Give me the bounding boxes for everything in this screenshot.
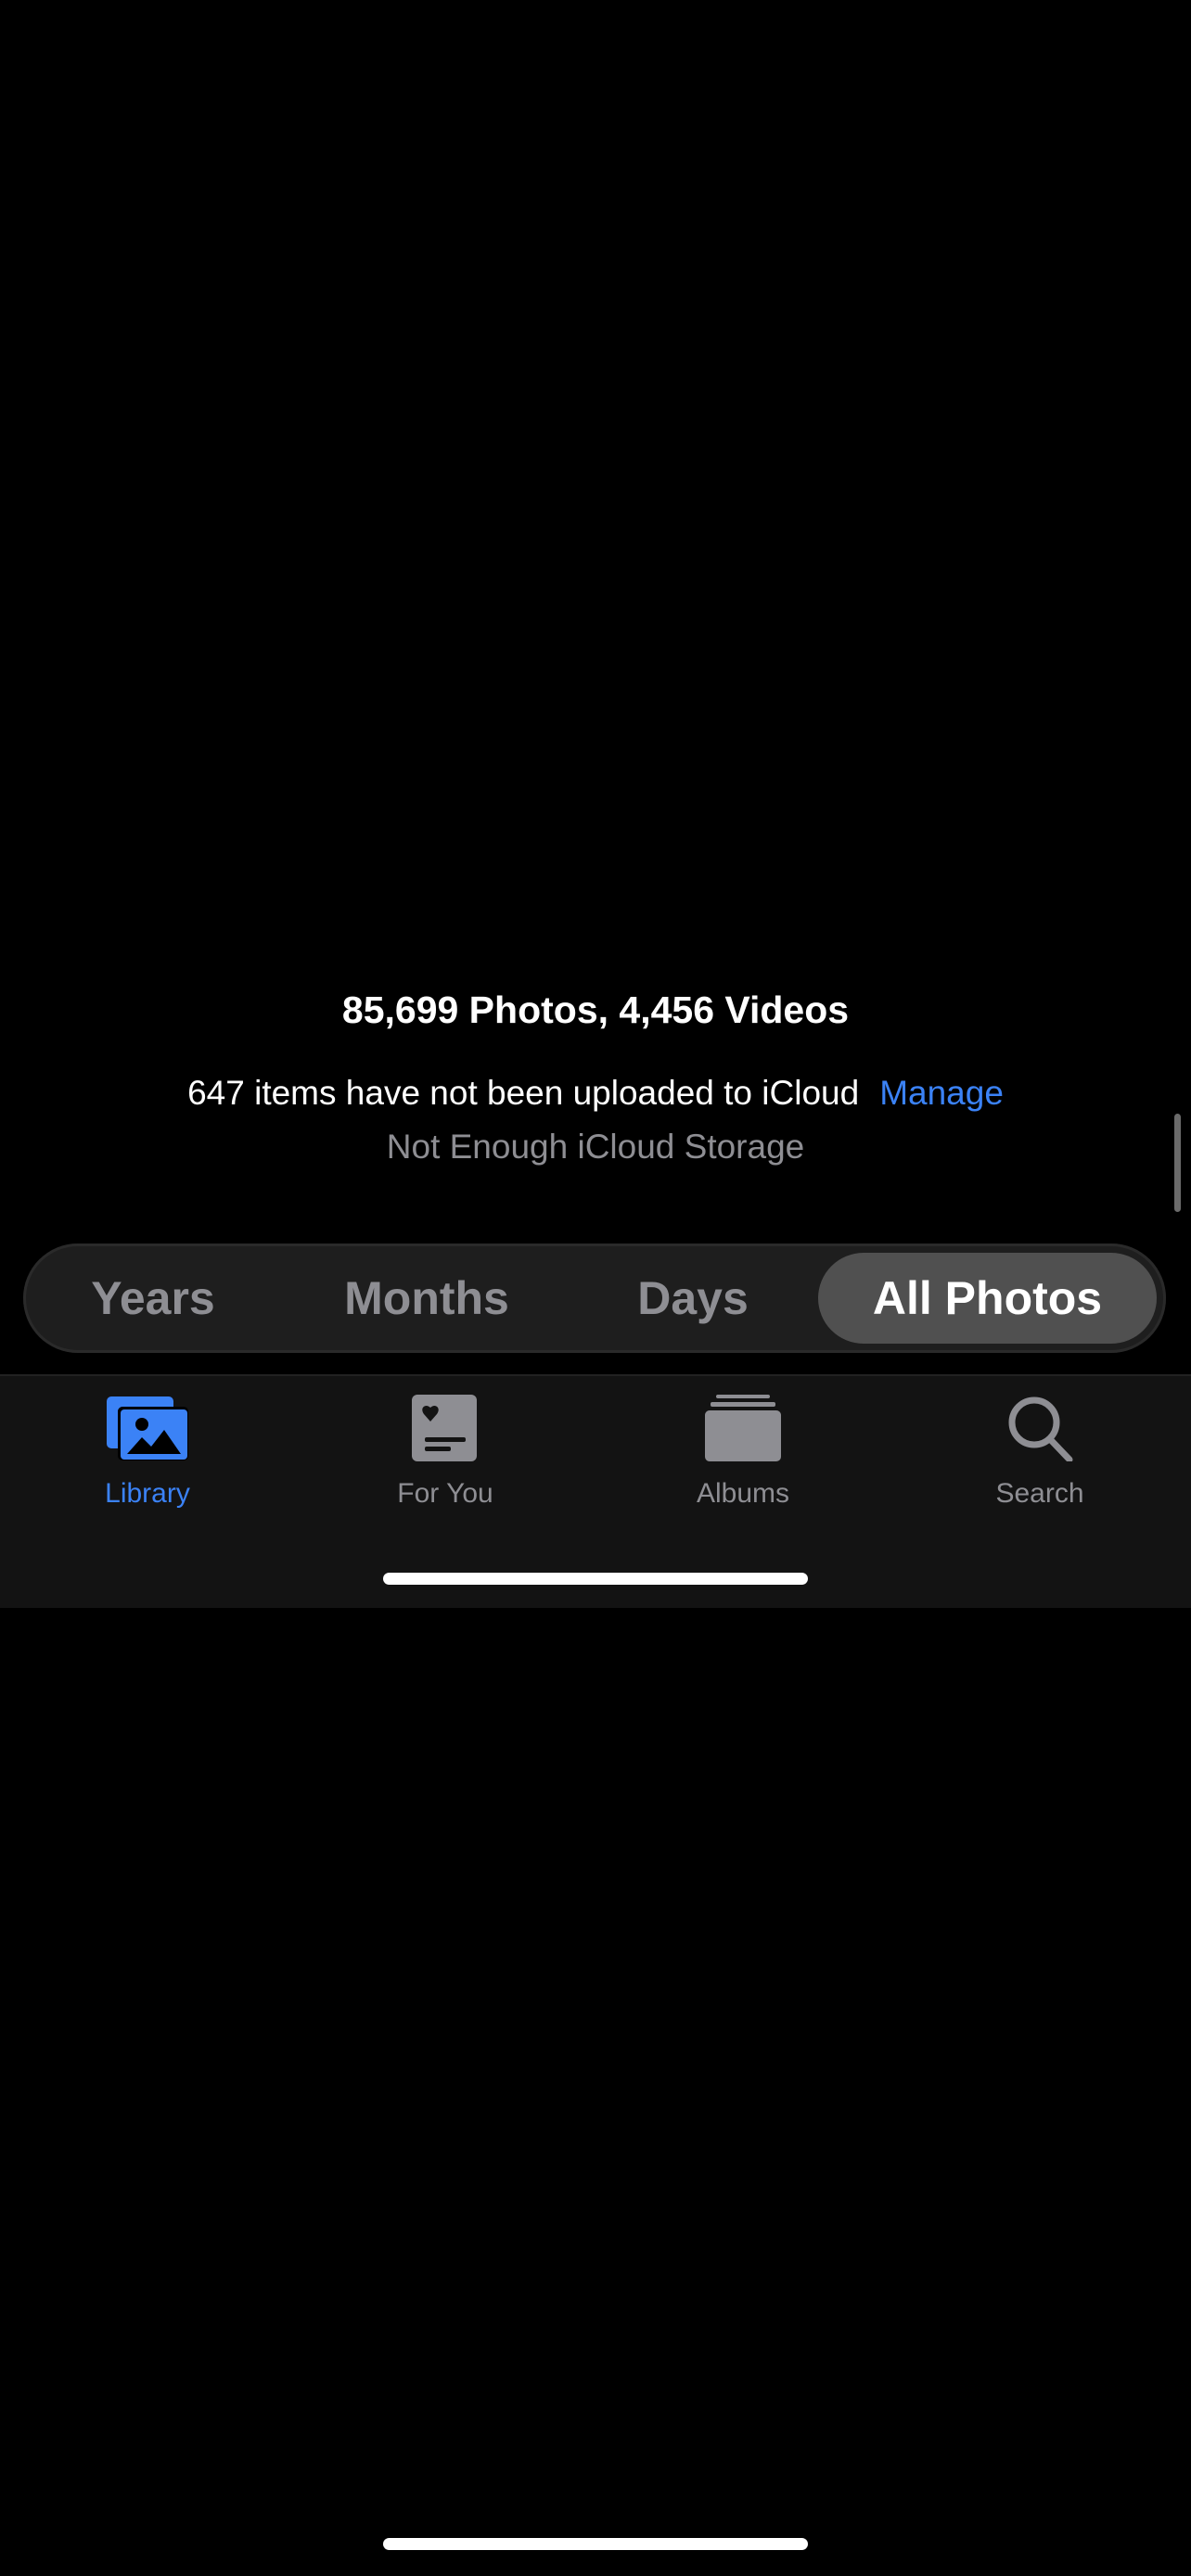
segment-months[interactable]: Months — [315, 1243, 538, 1353]
view-switcher: Years Months Days All Photos — [23, 1243, 1166, 1353]
tab-for-you-label: For You — [397, 1478, 493, 1509]
tab-library-label: Library — [105, 1478, 190, 1509]
tab-albums-label: Albums — [696, 1478, 790, 1509]
search-icon — [1008, 1396, 1073, 1461]
segment-days[interactable]: Days — [600, 1243, 786, 1353]
tab-search-label: Search — [995, 1478, 1084, 1509]
photo-library-icon — [107, 1396, 188, 1460]
segment-all-photos[interactable]: All Photos — [818, 1243, 1157, 1353]
segment-years[interactable]: Years — [51, 1243, 255, 1353]
manage-link[interactable]: Manage — [879, 1074, 1004, 1112]
tab-albums[interactable]: Albums — [650, 1395, 836, 1510]
home-indicator — [383, 1573, 808, 1585]
scroll-indicator[interactable] — [1174, 1114, 1181, 1212]
tab-search[interactable]: Search — [947, 1395, 1133, 1510]
upload-notice: 647 items have not been uploaded to iClo… — [0, 1074, 1191, 1113]
upload-notice-text: 647 items have not been uploaded to iClo… — [187, 1074, 860, 1112]
library-counts: 85,699 Photos, 4,456 Videos — [341, 988, 850, 1031]
for-you-icon — [412, 1395, 477, 1461]
tab-library[interactable]: Library — [55, 1395, 240, 1510]
storage-status: Not Enough iCloud Storage — [386, 1128, 805, 1166]
tab-bar: Library For You Albums Search — [0, 1374, 1191, 1608]
device-home-indicator — [383, 2538, 808, 2550]
albums-icon — [705, 1395, 781, 1461]
tab-for-you[interactable]: For You — [352, 1395, 538, 1510]
